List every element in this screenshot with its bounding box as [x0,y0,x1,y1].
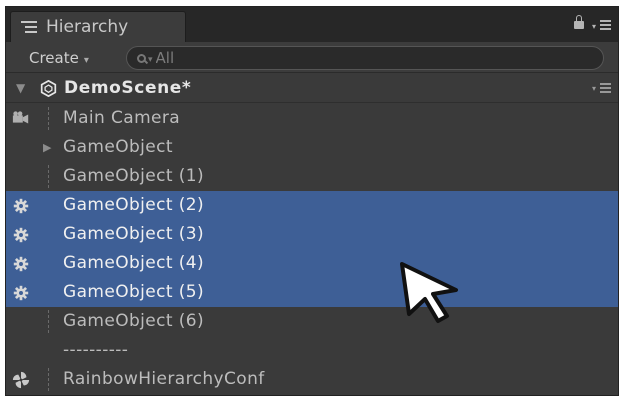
search-dropdown-icon[interactable]: ▾ [148,55,153,65]
scene-menu-icon[interactable]: ▾ [592,83,612,95]
gear-icon [13,256,29,272]
hierarchy-tree: Main Camera ▶ GameObject GameObject (1) … [6,104,618,394]
triangle-right-icon[interactable]: ▶ [43,141,51,154]
scene-name: DemoScene* [64,78,192,98]
row-label: RainbowHierarchyConf [63,369,265,389]
panel-menu-icon[interactable]: ▾ [592,20,612,32]
triangle-down-icon[interactable]: ▼ [16,81,25,95]
gear-icon [13,198,29,214]
tree-row-rainbowhierarchyconf[interactable]: RainbowHierarchyConf [6,365,618,394]
row-label: Main Camera [63,108,181,128]
tree-row-gameobject-3[interactable]: GameObject (3) [6,220,618,249]
tree-row-gameobject-4[interactable]: GameObject (4) [6,249,618,278]
tree-guide [48,165,49,188]
create-button[interactable]: Create ▾ [20,46,117,70]
gear-icon [13,285,29,301]
row-label: GameObject (1) [63,166,205,186]
tree-row-gameobject[interactable]: ▶ GameObject [6,133,618,162]
hierarchy-window: Hierarchy ▾ Create ▾ ▾ ▼ DemoScene* ▾ [5,6,619,396]
tree-guide [48,310,49,333]
tree-guide [48,107,49,130]
tree-row-gameobject-6[interactable]: GameObject (6) [6,307,618,336]
tab-label: Hierarchy [46,17,129,37]
tree-row-gameobject-1[interactable]: GameObject (1) [6,162,618,191]
gear-icon [13,227,29,243]
chevron-down-icon: ▾ [83,55,89,66]
tab-bar: Hierarchy ▾ [6,7,618,42]
row-label: GameObject (6) [63,311,205,331]
tree-row-gameobject-2[interactable]: GameObject (2) [6,191,618,220]
lock-icon[interactable] [574,15,584,29]
search-input[interactable] [155,49,536,67]
scene-header[interactable]: ▼ DemoScene* ▾ [6,75,618,103]
row-label: GameObject (2) [63,195,205,215]
row-label: GameObject (5) [63,282,205,302]
tree-row-separator[interactable]: ---------- [6,336,618,365]
tab-hierarchy[interactable]: Hierarchy [10,11,186,42]
create-label: Create [29,49,79,67]
search-field[interactable]: ▾ [126,46,604,70]
hierarchy-list-icon [21,20,39,34]
row-label: ---------- [63,340,129,360]
pinwheel-icon [12,371,30,389]
unity-logo-icon [40,80,57,97]
tree-row-gameobject-5[interactable]: GameObject (5) [6,278,618,307]
mouse-pointer-icon [400,262,458,323]
hierarchy-toolbar: Create ▾ ▾ [6,42,618,73]
row-label: GameObject [63,137,173,157]
row-label: GameObject (3) [63,224,205,244]
search-icon [137,53,146,63]
row-label: GameObject (4) [63,253,205,273]
camera-icon [12,111,29,124]
tree-guide [48,368,49,391]
tree-row-main-camera[interactable]: Main Camera [6,104,618,133]
